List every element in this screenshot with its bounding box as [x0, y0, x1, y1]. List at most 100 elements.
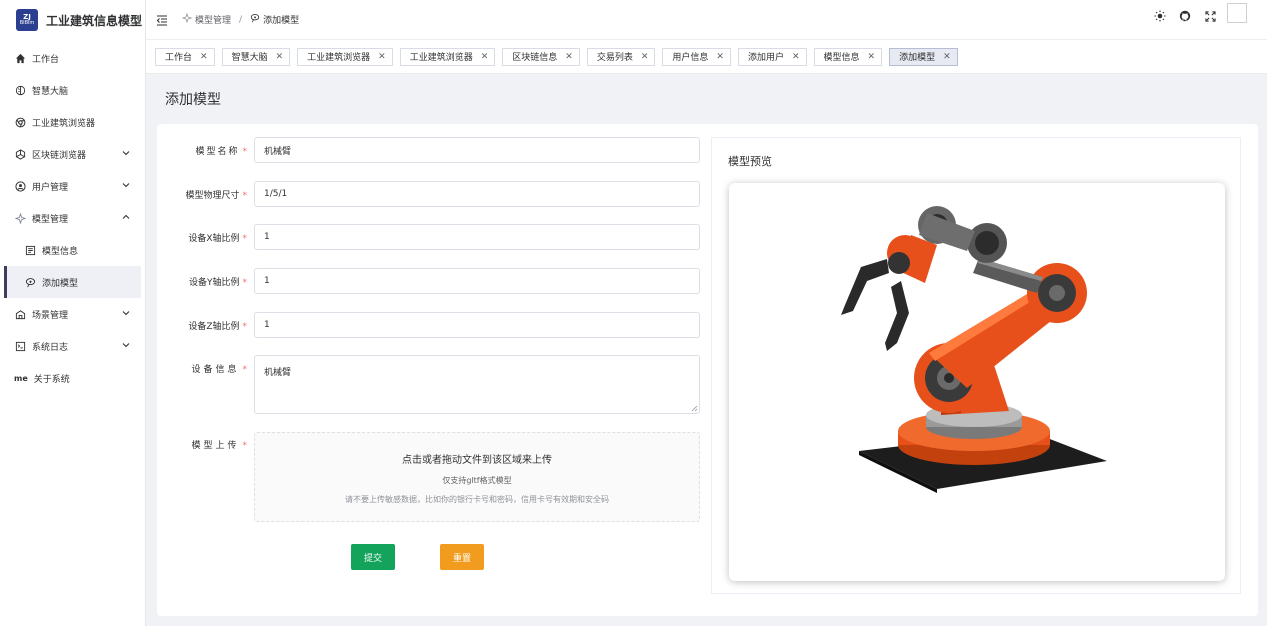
input-value: 1	[264, 320, 270, 330]
breadcrumb-item[interactable]: 模型管理	[195, 13, 231, 26]
upload-hint: 仅支持gltf格式模型	[442, 476, 512, 485]
resize-grip-icon[interactable]	[691, 405, 698, 412]
y-scale-label: 设备Y轴比例 *	[157, 275, 247, 288]
sidebar-item-blockchain-browser[interactable]: 区块链浏览器	[0, 138, 145, 170]
model-name-input[interactable]: 机械臂	[254, 137, 700, 163]
close-icon[interactable]: ✕	[481, 52, 489, 62]
input-value: 1/5/1	[264, 189, 288, 199]
submit-button[interactable]: 提交	[351, 544, 395, 570]
sidebar-item-about-system[interactable]: me 关于系统	[0, 362, 145, 394]
tag-building-browser[interactable]: 工业建筑浏览器 ✕	[297, 47, 393, 66]
gripper-finger-left	[841, 259, 889, 315]
sidebar-item-label: 工作台	[32, 54, 60, 65]
tag-smart-brain[interactable]: 智慧大脑 ✕	[221, 47, 291, 66]
sidebar-item-label: 用户管理	[32, 182, 69, 193]
close-icon[interactable]: ✕	[200, 52, 208, 62]
close-icon[interactable]: ✕	[792, 52, 800, 62]
close-icon[interactable]: ✕	[641, 52, 649, 62]
upload-dropzone[interactable]: 点击或者拖动文件到该区域来上传 仅支持gltf格式模型 请不要上传敏感数据，比如…	[254, 432, 700, 522]
close-icon[interactable]: ✕	[943, 52, 951, 62]
robot-arm-model	[841, 206, 1107, 493]
sidebar-item-scene-management[interactable]: 场景管理	[0, 298, 145, 330]
close-icon[interactable]: ✕	[716, 52, 724, 62]
tag-label: 工业建筑浏览器	[409, 53, 473, 63]
chevron-down-icon	[122, 311, 130, 316]
tag-label: 添加模型	[899, 53, 936, 63]
sidebar-item-model-info[interactable]: 模型信息	[0, 234, 145, 266]
add-model-icon	[24, 276, 36, 288]
input-value: 1	[264, 232, 270, 242]
gripper-mount-joint	[888, 252, 910, 274]
sidebar-item-label: 模型管理	[32, 214, 69, 225]
textarea-value: 机械臂	[264, 368, 292, 378]
sidebar-item-label: 场景管理	[32, 310, 69, 321]
upload-warning: 请不要上传敏感数据，比如你的银行卡号和密码，信用卡号有效期和安全码	[345, 495, 609, 504]
top-header: 模型管理 / 添加模型	[146, 0, 1267, 40]
log-icon	[14, 340, 26, 352]
model-name-label: 模型名称 *	[157, 144, 247, 157]
tag-blockchain-info[interactable]: 区块链信息 ✕	[502, 47, 580, 66]
close-icon[interactable]: ✕	[378, 52, 386, 62]
sidebar-item-building-browser[interactable]: 工业建筑浏览器	[0, 106, 145, 138]
required-mark: *	[242, 322, 248, 332]
tag-user-info[interactable]: 用户信息 ✕	[662, 47, 731, 66]
tag-transaction-list[interactable]: 交易列表 ✕	[586, 47, 656, 66]
z-scale-label: 设备Z轴比例 *	[157, 319, 247, 332]
required-mark: *	[242, 278, 248, 288]
required-mark: *	[242, 147, 248, 157]
required-mark: *	[242, 441, 248, 451]
preview-title: 模型预览	[728, 155, 772, 168]
close-icon[interactable]: ✕	[276, 52, 284, 62]
menu-fold-icon[interactable]	[156, 14, 168, 26]
x-scale-input[interactable]: 1	[254, 224, 700, 250]
github-icon[interactable]	[1178, 9, 1192, 23]
tag-workbench[interactable]: 工作台 ✕	[155, 47, 215, 66]
sidebar-item-smart-brain[interactable]: 智慧大脑	[0, 74, 145, 106]
breadcrumb: 模型管理 / 添加模型	[181, 12, 299, 26]
field-label-text: 设备X轴比例	[188, 234, 240, 244]
model-viewer[interactable]	[729, 183, 1225, 581]
physical-size-input[interactable]: 1/5/1	[254, 181, 700, 207]
scene-icon	[14, 308, 26, 320]
x-scale-label: 设备X轴比例 *	[157, 231, 247, 244]
sidebar-item-label: 添加模型	[42, 278, 79, 289]
field-label-text: 设备Z轴比例	[188, 322, 240, 332]
reset-button[interactable]: 重置	[440, 544, 484, 570]
tags-view: 工作台 ✕ 智慧大脑 ✕ 工业建筑浏览器 ✕ 工业建筑浏览器 ✕ 区块链信息 ✕ 交易列表…	[146, 40, 1267, 74]
input-value: 机械臂	[264, 146, 292, 157]
chevron-down-icon	[122, 151, 130, 156]
tag-label: 区块链信息	[512, 53, 558, 63]
model-icon	[181, 12, 193, 26]
tag-add-model[interactable]: 添加模型 ✕	[889, 47, 958, 66]
home-icon	[14, 52, 26, 64]
tag-label: 交易列表	[596, 53, 633, 63]
logo[interactable]: ZJ BIBim 工业建筑信息模型	[0, 0, 145, 40]
device-info-textarea[interactable]: 机械臂	[254, 355, 700, 414]
sidebar-item-add-model[interactable]: 添加模型	[4, 266, 141, 298]
z-scale-input[interactable]: 1	[254, 312, 700, 338]
input-value: 1	[264, 276, 270, 286]
tag-building-browser-2[interactable]: 工业建筑浏览器 ✕	[399, 47, 496, 66]
y-scale-input[interactable]: 1	[254, 268, 700, 294]
sidebar-item-workbench[interactable]: 工作台	[0, 42, 145, 74]
sidebar-item-label: 工业建筑浏览器	[32, 118, 96, 129]
sun-icon[interactable]	[1153, 9, 1167, 23]
chevron-up-icon	[122, 214, 130, 219]
close-icon[interactable]: ✕	[868, 52, 876, 62]
close-icon[interactable]: ✕	[565, 52, 573, 62]
user-circle-icon	[14, 180, 26, 192]
fullscreen-icon[interactable]	[1203, 9, 1217, 23]
tag-model-info[interactable]: 模型信息 ✕	[813, 47, 883, 66]
gripper-finger-right	[885, 281, 909, 351]
chevron-down-icon	[122, 343, 130, 348]
sidebar-item-user-management[interactable]: 用户管理	[0, 170, 145, 202]
sidebar-menu: 工作台 智慧大脑 工业建筑浏览器 区块链浏览器 用户管理 模型管理 模型信息 添…	[0, 42, 145, 394]
sidebar-item-system-log[interactable]: 系统日志	[0, 330, 145, 362]
tag-label: 智慧大脑	[231, 53, 268, 63]
device-info-label: 设备信息 *	[157, 362, 247, 375]
tag-add-user[interactable]: 添加用户 ✕	[737, 47, 807, 66]
model-preview-panel: 模型预览	[711, 137, 1241, 594]
avatar[interactable]	[1227, 3, 1247, 23]
sidebar-item-model-management[interactable]: 模型管理	[0, 202, 145, 234]
model-icon	[14, 212, 26, 224]
